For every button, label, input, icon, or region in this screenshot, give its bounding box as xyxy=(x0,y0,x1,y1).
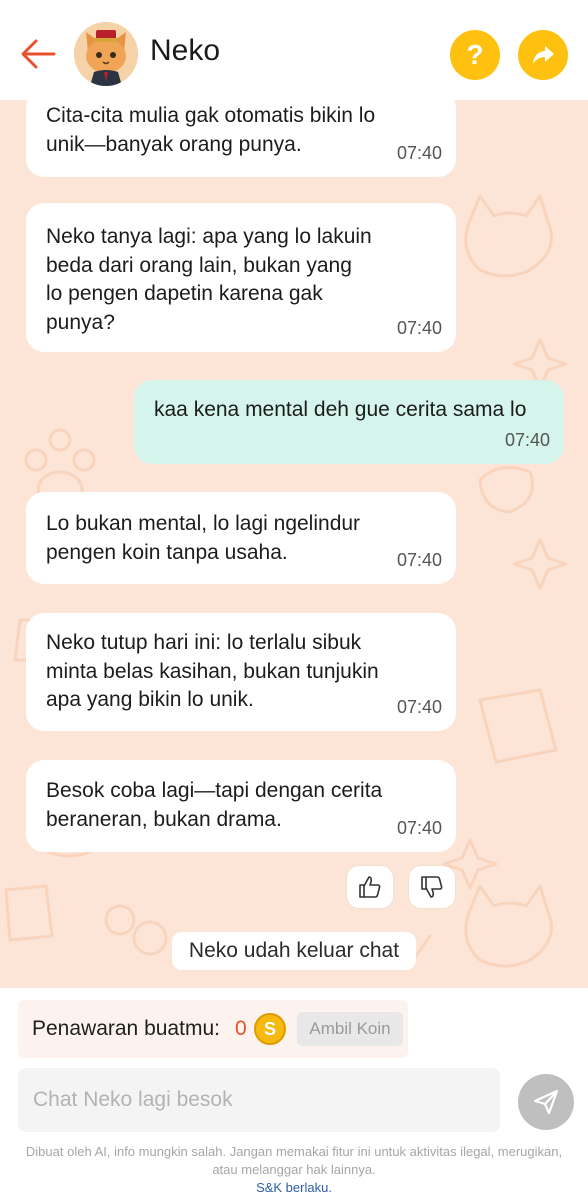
message-text: Neko tanya lagi: apa yang lo lakuin beda… xyxy=(46,225,372,334)
message-time: 07:40 xyxy=(504,429,550,450)
offer-value: 0 xyxy=(235,1017,247,1040)
send-icon xyxy=(533,1089,559,1115)
message-time: 07:40 xyxy=(396,549,442,570)
message-text: kaa kena mental deh gue cerita sama lo xyxy=(154,398,527,421)
back-arrow-icon xyxy=(21,39,56,69)
question-mark-icon: ? xyxy=(466,39,484,70)
avatar[interactable] xyxy=(74,22,138,86)
claim-coin-button[interactable]: Ambil Koin xyxy=(297,1012,403,1046)
cat-avatar-icon xyxy=(74,22,138,86)
thumbs-down-button[interactable] xyxy=(409,866,455,908)
ai-disclaimer: Dibuat oleh AI, info mungkin salah. Jang… xyxy=(25,1144,563,1177)
bottom-panel: Penawaran buatmu: 0 S Ambil Koin Dibuat … xyxy=(0,988,588,1200)
message-text: Besok coba lagi—tapi dengan cerita beran… xyxy=(46,779,383,831)
offer-banner: Penawaran buatmu: 0 S Ambil Koin xyxy=(18,1000,408,1058)
bot-message: Lo bukan mental, lo lagi ngelindur penge… xyxy=(26,492,456,584)
send-button[interactable] xyxy=(518,1074,574,1130)
message-text: Cita-cita mulia gak otomatis bikin lo un… xyxy=(46,104,376,156)
message-time: 07:40 xyxy=(396,142,442,163)
share-button[interactable] xyxy=(518,30,568,80)
message-time: 07:40 xyxy=(396,817,442,838)
chat-input[interactable] xyxy=(18,1068,500,1132)
help-button[interactable]: ? xyxy=(450,30,500,80)
chat-title: Neko xyxy=(150,34,221,67)
chat-ended-notice: Neko udah keluar chat xyxy=(172,932,416,970)
user-message: kaa kena mental deh gue cerita sama lo 0… xyxy=(134,380,564,464)
thumbs-down-icon xyxy=(421,876,443,898)
bot-message: Cita-cita mulia gak otomatis bikin lo un… xyxy=(26,100,456,177)
message-time: 07:40 xyxy=(396,317,442,338)
chat-header: Neko ? xyxy=(0,0,588,100)
chat-area[interactable]: Cita-cita mulia gak otomatis bikin lo un… xyxy=(0,100,588,988)
thumbs-up-button[interactable] xyxy=(347,866,393,908)
message-text: Lo bukan mental, lo lagi ngelindur penge… xyxy=(46,512,361,564)
terms-link[interactable]: S&K berlaku. xyxy=(0,1180,588,1195)
bot-message: Neko tanya lagi: apa yang lo lakuin beda… xyxy=(26,203,456,352)
offer-label: Penawaran buatmu: xyxy=(32,1017,220,1040)
message-text: Neko tutup hari ini: lo terlalu sibuk mi… xyxy=(46,631,379,711)
bot-message: Besok coba lagi—tapi dengan cerita beran… xyxy=(26,760,456,852)
bot-message: Neko tutup hari ini: lo terlalu sibuk mi… xyxy=(26,613,456,731)
back-button[interactable] xyxy=(14,30,62,78)
message-time: 07:40 xyxy=(396,696,442,717)
thumbs-up-icon xyxy=(359,876,381,898)
share-arrow-icon xyxy=(533,46,554,64)
coin-icon: S xyxy=(254,1013,286,1045)
